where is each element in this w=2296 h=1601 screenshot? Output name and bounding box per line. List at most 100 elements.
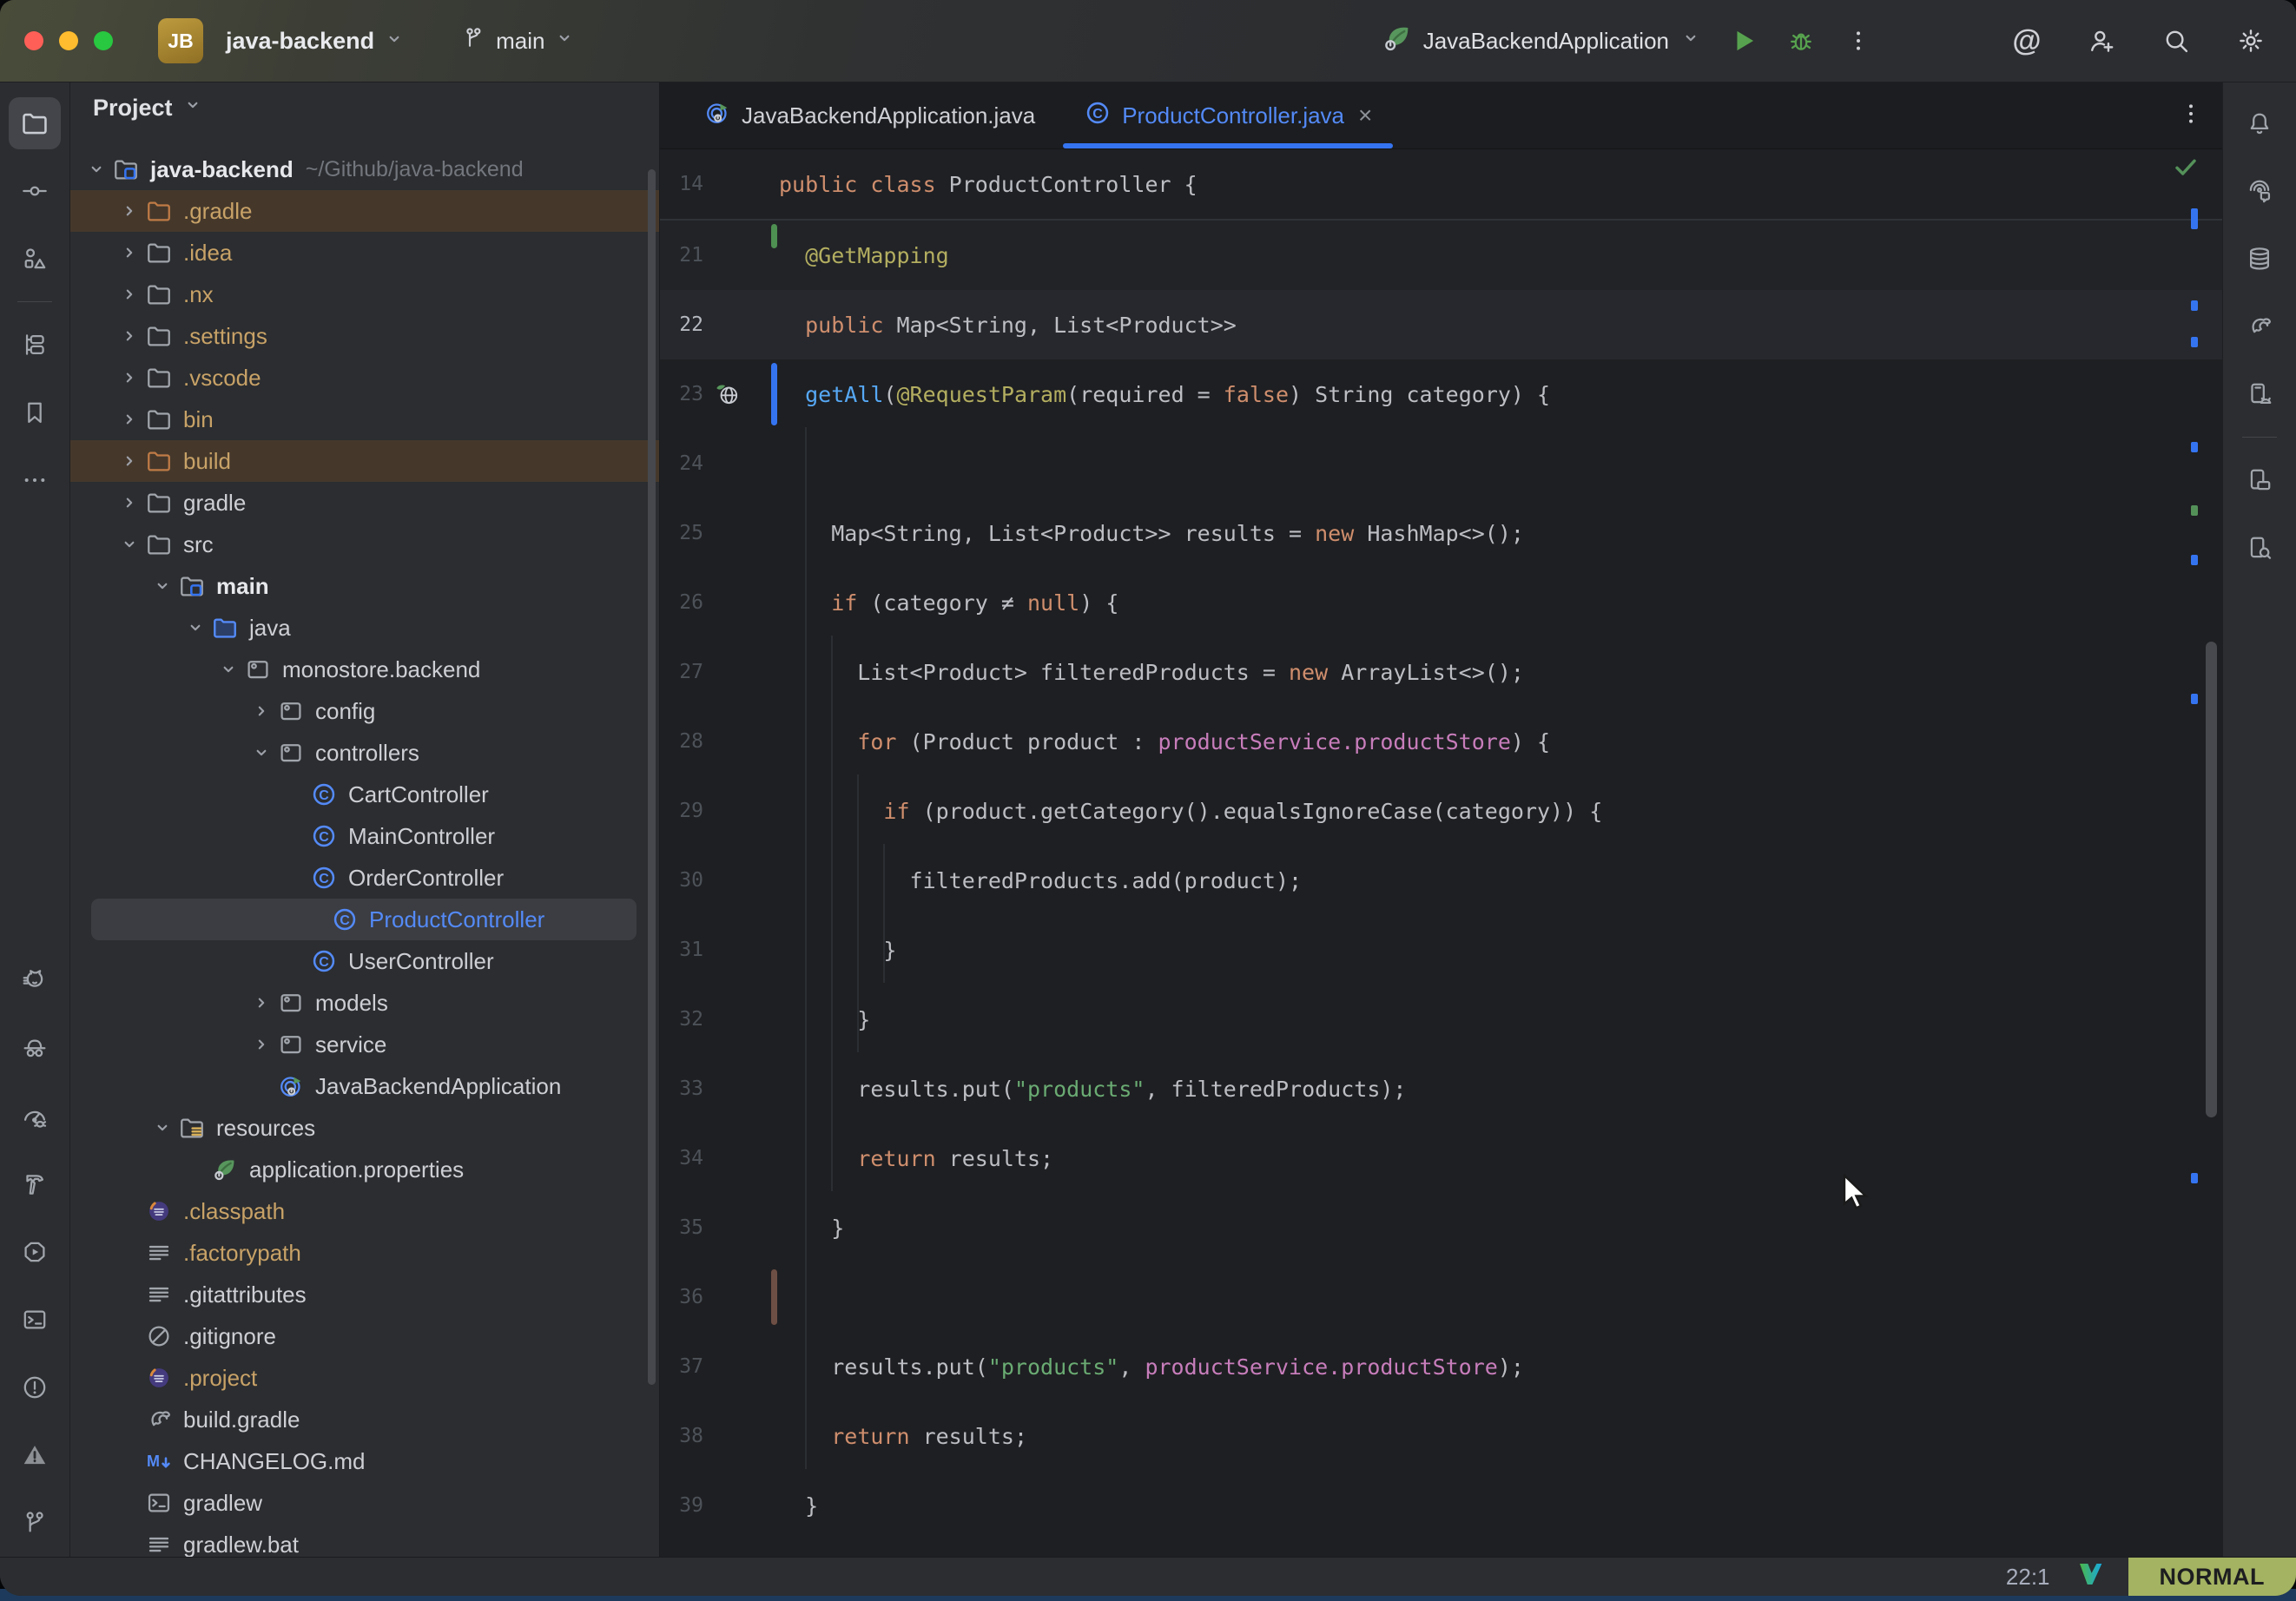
code-line-14[interactable]: 14public class ProductController { [660, 149, 2222, 221]
copilot-cat-icon[interactable] [9, 955, 61, 1007]
debug-button[interactable] [1782, 22, 1820, 60]
tree-item-models[interactable]: models [70, 982, 659, 1024]
tree-item-resources[interactable]: resources [70, 1107, 659, 1149]
error-stripe-mark[interactable] [2191, 1173, 2198, 1183]
error-stripe-mark[interactable] [2191, 337, 2198, 347]
chevron-right-icon[interactable] [115, 241, 143, 264]
terminal-icon[interactable] [9, 1294, 61, 1346]
code-line-22[interactable]: 22 public Map<String, List<Product>> [660, 290, 2222, 359]
chevron-down-icon[interactable] [115, 533, 143, 556]
ai-chat-icon[interactable] [2233, 165, 2286, 217]
code-line-31[interactable]: 31 } [660, 915, 2222, 985]
code-line-33[interactable]: 33 results.put("products", filteredProdu… [660, 1054, 2222, 1123]
chevron-right-icon[interactable] [115, 366, 143, 389]
ideavim-icon[interactable] [2076, 1560, 2104, 1594]
code-line-38[interactable]: 38 return results; [660, 1401, 2222, 1471]
device-manager-android-icon[interactable] [2233, 368, 2286, 420]
chevron-down-icon[interactable] [214, 658, 242, 681]
tree-item-gradlew.bat[interactable]: gradlew.bat [70, 1524, 659, 1557]
run-button[interactable] [1725, 22, 1763, 60]
tab-ProductController.java[interactable]: CProductController.java× [1059, 82, 1396, 148]
tree-item-.nx[interactable]: .nx [70, 273, 659, 315]
chevron-down-icon[interactable] [148, 1117, 176, 1139]
code-line-26[interactable]: 26 if (category ≠ null) { [660, 568, 2222, 637]
caret-position[interactable]: 22:1 [2006, 1564, 2050, 1591]
hierarchy-icon[interactable] [9, 319, 61, 371]
code-line-34[interactable]: 34 return results; [660, 1123, 2222, 1193]
tree-item-java-backend[interactable]: java-backend~/Github/java-backend [70, 148, 659, 190]
project-panel-header[interactable]: Project [70, 82, 659, 133]
search-icon[interactable] [2157, 22, 2195, 60]
inspections-ok-check-icon[interactable] [2172, 153, 2200, 186]
change-marker-brown[interactable] [771, 1269, 777, 1325]
code-line-23[interactable]: 23 getAll(@RequestParam(required = false… [660, 359, 2222, 429]
tree-item-UserController[interactable]: CUserController [70, 940, 659, 982]
chevron-down-icon[interactable] [181, 616, 209, 639]
tree-item-ProductController[interactable]: CProductController [91, 899, 637, 940]
commit-icon[interactable] [9, 165, 61, 217]
structure-icon[interactable] [9, 233, 61, 285]
code-line-21[interactable]: 21 @GetMapping [660, 221, 2222, 290]
chevron-down-icon[interactable] [82, 158, 110, 181]
chevron-right-icon[interactable] [115, 325, 143, 347]
chevron-down-icon[interactable] [247, 741, 275, 764]
tree-item-.project[interactable]: .project [70, 1357, 659, 1399]
error-stripe-mark[interactable] [2191, 300, 2198, 311]
code-line-30[interactable]: 30 filteredProducts.add(product); [660, 846, 2222, 915]
change-marker-blue[interactable] [771, 363, 777, 425]
close-tab-icon[interactable]: × [1358, 102, 1372, 129]
code-line-32[interactable]: 32 } [660, 985, 2222, 1054]
code-line-29[interactable]: 29 if (product.getCategory().equalsIgnor… [660, 776, 2222, 846]
code-editor[interactable]: 14public class ProductController {21 @Ge… [660, 149, 2222, 1557]
code-line-36[interactable]: 36 [660, 1262, 2222, 1332]
tree-item-build.gradle[interactable]: build.gradle [70, 1399, 659, 1440]
incognito-icon[interactable] [9, 1023, 61, 1075]
tree-item-java[interactable]: java [70, 607, 659, 649]
code-line-35[interactable]: 35 } [660, 1193, 2222, 1262]
tree-item-.idea[interactable]: .idea [70, 232, 659, 273]
chevron-right-icon[interactable] [115, 200, 143, 222]
chevron-right-icon[interactable] [115, 450, 143, 472]
run-config-widget[interactable]: JavaBackendApplication [1382, 23, 1702, 60]
tree-item-service[interactable]: service [70, 1024, 659, 1065]
tab-options-kebab-icon[interactable] [2177, 100, 2205, 132]
chevron-down-icon[interactable] [148, 575, 176, 597]
tree-item-.settings[interactable]: .settings [70, 315, 659, 357]
vcs-branch-widget[interactable]: main [461, 25, 576, 57]
tree-item-application.properties[interactable]: application.properties [70, 1149, 659, 1190]
tree-item-.gitignore[interactable]: .gitignore [70, 1315, 659, 1357]
more-dots-icon[interactable] [9, 454, 61, 506]
tree-item-.classpath[interactable]: .classpath [70, 1190, 659, 1232]
add-user-icon[interactable] [2082, 22, 2121, 60]
build-hammer-icon[interactable] [9, 1158, 61, 1210]
gradle-elephant-icon[interactable] [2233, 300, 2286, 352]
chevron-right-icon[interactable] [115, 408, 143, 431]
warning-triangle-icon[interactable] [9, 1429, 61, 1481]
chevron-right-icon[interactable] [115, 491, 143, 514]
notifications-bell-icon[interactable] [2233, 97, 2286, 149]
rest-endpoint-globe-icon[interactable] [703, 380, 752, 408]
running-devices-icon[interactable] [2233, 454, 2286, 506]
tree-item-.gradle[interactable]: .gradle [70, 190, 659, 232]
tree-item-gradle[interactable]: gradle [70, 482, 659, 524]
code-line-27[interactable]: 27 List<Product> filteredProducts = new … [660, 637, 2222, 707]
code-line-24[interactable]: 24 [660, 429, 2222, 498]
tab-JavaBackendApplication.java[interactable]: JavaBackendApplication.java [679, 82, 1059, 148]
profiler-icon[interactable] [9, 1090, 61, 1143]
tree-item-bin[interactable]: bin [70, 399, 659, 440]
problems-icon[interactable] [9, 1361, 61, 1413]
chevron-right-icon[interactable] [247, 992, 275, 1014]
git-branch-icon[interactable] [9, 1497, 61, 1549]
tree-item-CHANGELOG.md[interactable]: MCHANGELOG.md [70, 1440, 659, 1482]
tree-item-.gitattributes[interactable]: .gitattributes [70, 1274, 659, 1315]
settings-gear-icon[interactable] [2232, 22, 2270, 60]
project-folder-icon[interactable] [9, 97, 61, 149]
database-icon[interactable] [2233, 233, 2286, 285]
error-stripe-mark[interactable] [2191, 442, 2198, 452]
error-stripe-mark[interactable] [2191, 555, 2198, 565]
project-widget[interactable]: JB java-backend [158, 18, 406, 63]
chevron-right-icon[interactable] [247, 1033, 275, 1056]
tree-item-config[interactable]: config [70, 690, 659, 732]
tree-item-OrderController[interactable]: COrderController [70, 857, 659, 899]
error-stripe-mark[interactable] [2191, 505, 2198, 516]
